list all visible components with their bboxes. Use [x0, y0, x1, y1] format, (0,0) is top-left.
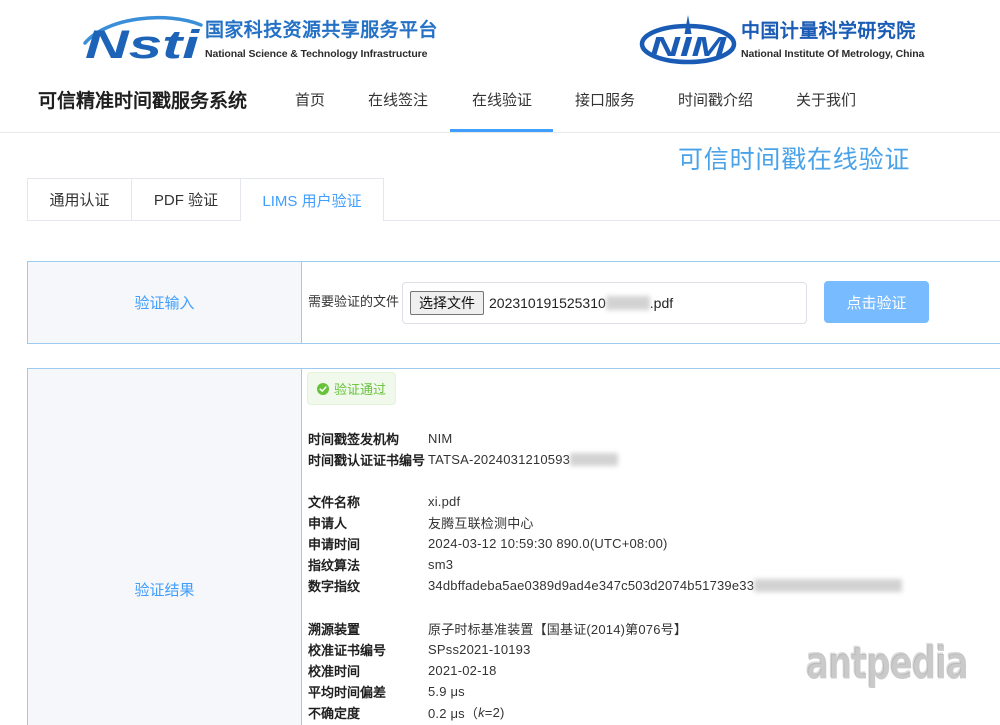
- result-row: 指纹算法 sm3: [308, 554, 902, 575]
- row-label: 申请人: [308, 516, 348, 531]
- nsti-logo: Nsti: [82, 12, 204, 67]
- coverage-factor-symbol: k: [478, 705, 485, 720]
- row-value: xi.pdf: [428, 494, 461, 509]
- row-label: 时间戳认证证书编号: [308, 453, 426, 468]
- verify-result-label: 验证结果: [134, 582, 195, 599]
- row-value: 2024-03-12 10:59:30 890.0(UTC+08:00): [428, 536, 668, 551]
- nav-item-online-sign[interactable]: 在线签注: [368, 90, 428, 112]
- verify-input-panel: 验证输入 需要验证的文件 选择文件 202310191525310 .pdf 点…: [27, 261, 1000, 344]
- nav-item-api-service[interactable]: 接口服务: [575, 90, 635, 112]
- redacted-region: [570, 453, 619, 466]
- header: Nsti 国家科技资源共享服务平台 National Science & Tec…: [0, 0, 1000, 75]
- uncertainty-value: 0.2 μs（: [428, 706, 479, 721]
- result-row: 申请人 友腾互联检测中心: [308, 512, 902, 533]
- result-row: 文件名称 xi.pdf: [308, 491, 902, 512]
- row-value: 原子时标基准装置【国基证(2014)第076号】: [428, 622, 688, 637]
- status-text: 验证通过: [334, 382, 387, 397]
- row-label: 平均时间偏差: [308, 685, 387, 700]
- nav-item-online-verify[interactable]: 在线验证: [472, 90, 532, 112]
- digital-fingerprint: 34dbffadeba5ae0389d9ad4e347c503d2074b517…: [428, 578, 755, 593]
- nim-logo-lettering: NIM: [650, 31, 727, 62]
- row-value: 2021-02-18: [428, 663, 497, 678]
- status-badge: 验证通过: [307, 372, 396, 405]
- tab-bar-divider: [384, 220, 1000, 221]
- result-group-file: 文件名称 xi.pdf 申请人 友腾互联检测中心 申请时间 2024-03-12…: [308, 491, 903, 596]
- nsti-title-en: National Science & Technology Infrastruc…: [205, 48, 428, 60]
- redacted-region: [605, 296, 650, 310]
- file-name-extension: .pdf: [649, 295, 674, 311]
- row-value: SPss2021-10193: [428, 642, 531, 657]
- row-value: 0.2 μs（ k =2): [428, 703, 505, 722]
- result-row: 时间戳认证证书编号 TATSA-2024031210593: [308, 449, 902, 470]
- nsti-logo-lettering: Nsti: [85, 23, 200, 64]
- row-label: 指纹算法: [308, 558, 361, 573]
- nav-item-timestamp-intro[interactable]: 时间戳介绍: [678, 90, 753, 112]
- nim-title-cn: 中国计量科学研究院: [741, 21, 916, 42]
- row-label: 申请时间: [308, 537, 361, 552]
- tab-lims-user-verify[interactable]: LIMS 用户验证: [240, 178, 384, 221]
- tab-pdf-verify[interactable]: PDF 验证: [131, 178, 240, 220]
- nim-title-en: National Institute Of Metrology, China: [741, 48, 925, 60]
- file-name-start: 202310191525310: [489, 295, 606, 311]
- nav-divider: [0, 132, 1000, 133]
- row-value: TATSA-2024031210593: [428, 452, 619, 467]
- row-label: 数字指纹: [308, 579, 361, 594]
- row-value: 5.9 μs: [428, 684, 465, 699]
- row-label: 溯源装置: [308, 622, 361, 637]
- row-value: 34dbffadeba5ae0389d9ad4e347c503d2074b517…: [428, 578, 903, 593]
- coverage-factor-value: =2): [484, 705, 505, 720]
- row-label: 不确定度: [308, 706, 361, 721]
- verify-input-label: 验证输入: [134, 295, 195, 312]
- nsti-title-cn: 国家科技资源共享服务平台: [205, 20, 438, 41]
- selected-file-name: 202310191525310 .pdf: [489, 295, 673, 311]
- result-row: 溯源装置 原子时标基准装置【国基证(2014)第076号】: [308, 618, 902, 639]
- check-circle-icon: [317, 382, 329, 395]
- tab-general-auth[interactable]: 通用认证: [27, 178, 131, 220]
- watermark: antpedia: [806, 638, 969, 690]
- verify-result-header-cell: 验证结果: [28, 369, 302, 725]
- result-row: 申请时间 2024-03-12 10:59:30 890.0(UTC+08:00…: [308, 533, 902, 554]
- row-value: NIM: [428, 431, 453, 446]
- verify-input-header-cell: 验证输入: [28, 262, 302, 343]
- result-row: 时间戳签发机构 NIM: [308, 428, 902, 449]
- redacted-region: [754, 579, 903, 592]
- choose-file-button[interactable]: 选择文件: [410, 291, 484, 315]
- tab-bar-divider: [27, 220, 240, 221]
- site-title: 可信精准时间戳服务系统: [38, 91, 248, 112]
- result-group-issuer: 时间戳签发机构 NIM 时间戳认证证书编号 TATSA-202403121059…: [308, 428, 902, 470]
- result-row: 不确定度 0.2 μs（ k =2): [308, 702, 902, 723]
- row-label: 文件名称: [308, 495, 361, 510]
- file-input[interactable]: 选择文件 202310191525310 .pdf: [402, 282, 807, 324]
- row-label: 时间戳签发机构: [308, 432, 400, 447]
- row-value: 友腾互联检测中心: [428, 516, 534, 531]
- row-label: 校准时间: [308, 664, 361, 679]
- nav-item-about-us[interactable]: 关于我们: [796, 90, 856, 112]
- row-value: sm3: [428, 557, 454, 572]
- page-title: 可信时间戳在线验证: [678, 146, 911, 174]
- row-label: 校准证书编号: [308, 643, 387, 658]
- nav-item-home[interactable]: 首页: [295, 90, 325, 112]
- nim-logo: NIM: [638, 12, 738, 66]
- certificate-number: TATSA-2024031210593: [428, 452, 571, 467]
- verify-submit-button[interactable]: 点击验证: [824, 281, 929, 323]
- result-row: 数字指纹 34dbffadeba5ae0389d9ad4e347c503d207…: [308, 575, 903, 596]
- file-field-label: 需要验证的文件: [308, 294, 400, 309]
